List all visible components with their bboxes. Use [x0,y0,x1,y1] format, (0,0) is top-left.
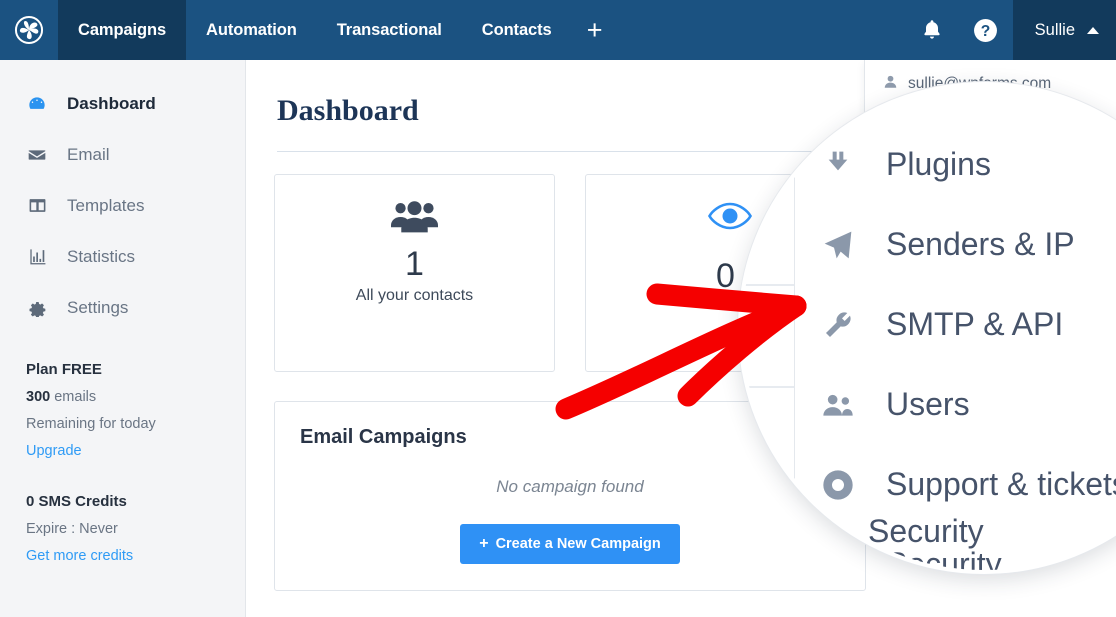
envelope-icon [26,145,48,165]
nav-tab-list: Campaigns Automation Transactional Conta… [58,0,618,60]
magnified-item-plugins-label: Plugins [886,146,991,182]
sidebar-item-dashboard[interactable]: Dashboard [0,78,245,129]
nav-tab-automation-label: Automation [206,20,297,39]
layout-columns-icon [26,196,48,215]
help-question-circle-icon[interactable]: ? [959,0,1013,60]
notifications-bell-icon[interactable] [905,0,959,60]
app-window: Campaigns Automation Transactional Conta… [0,0,1116,617]
stat-card-contacts-label: All your contacts [355,286,474,304]
sms-credits-title: 0 SMS Credits [26,493,127,510]
create-new-campaign-label: Create a New Campaign [495,536,661,552]
bg-card-line [742,284,802,286]
sms-expire-text: Expire : Never [26,521,118,537]
magnified-item-smtp-api[interactable]: SMTP & API [820,306,1063,343]
top-navigation-bar: Campaigns Automation Transactional Conta… [0,0,1116,60]
stat-card-contacts-value: 1 [405,245,424,283]
sidebar-item-statistics[interactable]: Statistics [0,231,245,282]
dashboard-gauge-icon [26,94,48,114]
plug-icon [820,149,856,181]
magnified-item-support-tickets-label: Support & tickets [886,466,1116,502]
magnified-item-plugins[interactable]: Plugins [820,146,991,183]
paper-plane-icon [820,229,856,261]
sidebar-item-statistics-label: Statistics [67,246,136,266]
plan-remaining-text: Remaining for today [26,416,156,432]
magnified-item-smtp-api-label: SMTP & API [886,306,1064,342]
nav-tab-campaigns[interactable]: Campaigns [58,0,187,60]
stat-card-contacts[interactable]: 1 All your contacts [274,174,555,372]
magnified-item-security[interactable]: Security [820,546,1002,574]
plan-emails-count: 300 [26,389,51,405]
wrench-icon [820,309,856,341]
bar-chart-icon [26,247,48,266]
nav-tab-contacts[interactable]: Contacts [462,0,572,60]
lifebuoy-icon [820,469,856,501]
plan-title: Plan FREE [26,361,102,378]
stat-card-opens-value: 0 [716,257,735,295]
upgrade-link[interactable]: Upgrade [26,443,245,459]
magnified-item-security-label: Security [886,546,1002,574]
magnified-item-security-overflow-label: Security [868,513,984,549]
magnifier-content: Plugins Senders & IP SMTP & API Users Su… [742,86,1116,574]
magnified-item-users[interactable]: Users [820,386,970,423]
sidebar-item-templates-label: Templates [67,195,145,215]
add-new-button[interactable]: + [572,0,618,60]
caret-up-icon [1087,26,1099,34]
sidebar-item-templates[interactable]: Templates [0,180,245,231]
create-new-campaign-button[interactable]: + Create a New Campaign [460,524,680,564]
nav-tab-transactional-label: Transactional [336,20,442,39]
gear-icon [26,298,48,317]
get-more-credits-link[interactable]: Get more credits [26,548,245,564]
sidebar-item-dashboard-label: Dashboard [67,93,156,113]
brevo-pinwheel-logo-icon[interactable] [0,0,58,60]
magnified-item-senders-ip[interactable]: Senders & IP [820,226,1075,263]
users-icon [820,389,856,421]
sidebar-item-email-label: Email [67,144,110,164]
plus-icon: + [586,14,603,45]
plus-icon: + [479,535,489,552]
user-menu-button[interactable]: Sullie [1012,0,1116,60]
nav-tab-automation[interactable]: Automation [186,0,317,60]
nav-right-group: ? Sullie [905,0,1116,60]
magnified-item-users-label: Users [886,386,970,422]
plan-emails-word: emails [54,389,97,405]
user-menu-label: Sullie [1034,20,1075,39]
plan-info-block: Plan FREE 300 emails Remaining for today… [0,333,245,564]
bg-card-line [742,386,802,388]
magnified-item-support-tickets[interactable]: Support & tickets [820,466,1116,503]
nav-tab-contacts-label: Contacts [481,20,552,39]
magnified-item-senders-ip-label: Senders & IP [886,226,1075,262]
users-group-icon [391,200,438,239]
nav-tab-campaigns-label: Campaigns [78,20,167,39]
sidebar-item-email[interactable]: Email [0,129,245,180]
sidebar-item-settings[interactable]: Settings [0,282,245,333]
nav-tab-transactional[interactable]: Transactional [317,0,462,60]
sidebar-item-settings-label: Settings [67,297,129,317]
magnifier-zoom-circle: Plugins Senders & IP SMTP & API Users Su… [738,82,1116,574]
svg-text:?: ? [981,23,991,40]
plan-emails-line: 300 emails [26,389,245,405]
plan-spacer [26,459,245,493]
sidebar: Dashboard Email Templates Statistics Set… [0,60,246,617]
